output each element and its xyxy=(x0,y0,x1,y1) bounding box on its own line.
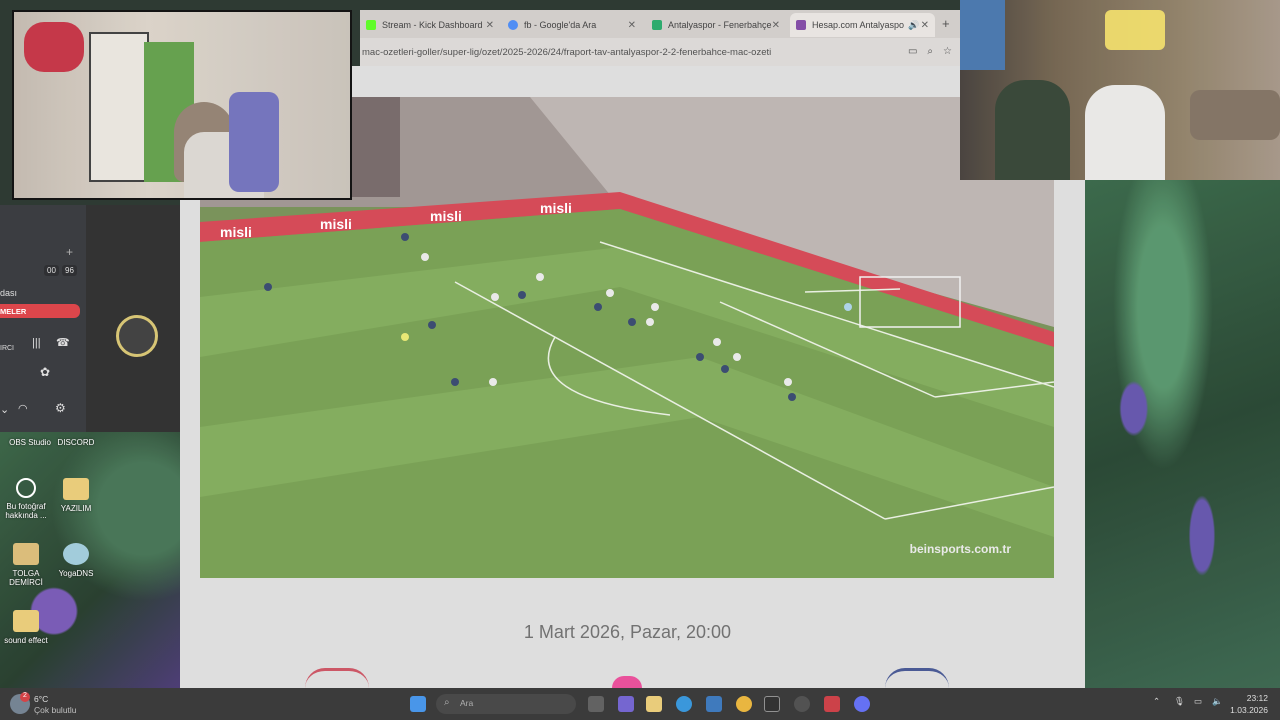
headset-icon[interactable]: ◠ xyxy=(18,402,28,415)
desktop-icon-discord[interactable]: DISCORD xyxy=(46,438,106,447)
counter-b: 96 xyxy=(62,265,77,276)
counter-a: 00 xyxy=(44,265,59,276)
gaming-chair xyxy=(229,92,279,192)
weather-desc: Çok bulutlu xyxy=(34,705,77,715)
google-icon xyxy=(508,20,518,30)
folder-icon xyxy=(13,610,39,632)
folder-icon xyxy=(13,543,39,565)
settings-gear-icon[interactable]: ⚙ xyxy=(55,401,66,415)
fenerbahce-logo xyxy=(885,668,949,688)
obs-icon[interactable] xyxy=(794,696,810,712)
yogadns-icon xyxy=(63,543,89,565)
file-explorer-icon[interactable] xyxy=(646,696,662,712)
obs-logo-icon xyxy=(116,315,158,357)
short-label: IRCI xyxy=(0,345,14,352)
discord-icon[interactable] xyxy=(854,696,870,712)
weather-temp: 6°C xyxy=(34,694,49,704)
match-date: 1 Mart 2026, Pazar, 20:00 xyxy=(523,622,732,642)
tab-strip: Stream - Kick Dashboard ✕ fb - Google'da… xyxy=(360,10,960,38)
bookmark-star-icon[interactable]: ☆ xyxy=(943,46,952,57)
search-box[interactable]: ⌕ Ara xyxy=(436,694,576,714)
red-status-button[interactable]: MELER xyxy=(0,304,80,318)
url-text: mac-ozetleri-goller/super-lig/ozet/2025-… xyxy=(362,46,772,58)
wall-poster xyxy=(960,0,1005,70)
activity-icon[interactable]: ✿ xyxy=(40,365,50,379)
banner-text: misli xyxy=(220,224,252,240)
site-icon xyxy=(652,20,662,30)
tab-kick[interactable]: Stream - Kick Dashboard ✕ xyxy=(360,13,500,37)
folder-icon xyxy=(63,478,89,500)
close-icon[interactable]: ✕ xyxy=(772,20,780,31)
video-watermark: beinsports.com.tr xyxy=(910,542,1012,556)
widgets-icon[interactable] xyxy=(618,696,634,712)
desktop-icon-sound-effect[interactable]: sound effect xyxy=(0,610,56,645)
red-chair xyxy=(24,22,84,72)
antalyaspor-logo xyxy=(305,668,369,688)
add-icon[interactable]: + xyxy=(66,245,73,259)
search-placeholder: Ara xyxy=(460,698,474,708)
task-view-icon[interactable] xyxy=(588,696,604,712)
edge-icon[interactable] xyxy=(676,696,692,712)
hesap-icon xyxy=(796,20,806,30)
tab-antalyaspor[interactable]: Antalyaspor - Fenerbahçe ✕ xyxy=(646,13,786,37)
address-bar[interactable]: mac-ozetleri-goller/super-lig/ozet/2025-… xyxy=(360,40,960,64)
svg-text:misli: misli xyxy=(320,216,352,232)
tab-hesap[interactable]: Hesap.com Antalyaspo 🔊 ✕ xyxy=(790,13,935,37)
taskbar: 2 6°C Çok bulutlu ⌕ Ara ⌃ 🎙 ▭ 🔈 23:12 1.… xyxy=(0,688,1280,720)
desktop-wallpaper-right xyxy=(1085,180,1280,688)
vs-badge xyxy=(612,676,642,688)
info-icon xyxy=(16,478,36,498)
disconnect-icon[interactable]: ☎ xyxy=(56,336,70,349)
store-icon[interactable] xyxy=(706,696,722,712)
desktop-icon-yazilim[interactable]: YAZILIM xyxy=(46,478,106,513)
new-tab-button[interactable]: + xyxy=(942,16,950,31)
zoom-icon[interactable]: ⌕ xyxy=(927,46,933,57)
cast-icon[interactable]: ▭ xyxy=(908,46,917,57)
speaker-icon[interactable]: 🔊 xyxy=(908,20,919,31)
soundboard-icon[interactable]: ||| xyxy=(32,337,41,349)
mixer-icon[interactable] xyxy=(824,696,840,712)
volume-icon[interactable]: 🔈 xyxy=(1212,696,1223,707)
webcam-guests xyxy=(960,0,1280,180)
chevron-down-icon[interactable]: ⌄ xyxy=(0,403,9,416)
browser-window: Stream - Kick Dashboard ✕ fb - Google'da… xyxy=(360,10,960,66)
desktop-icon-yogadns[interactable]: YogaDNS xyxy=(46,543,106,578)
weather-badge: 2 xyxy=(20,692,30,702)
close-icon[interactable]: ✕ xyxy=(628,20,636,31)
wall-frame xyxy=(89,32,149,182)
network-icon[interactable]: ▭ xyxy=(1194,696,1202,707)
start-icon[interactable] xyxy=(410,696,426,712)
tab-google[interactable]: fb - Google'da Ara ✕ xyxy=(502,13,642,37)
kick-icon xyxy=(366,20,376,30)
svg-text:misli: misli xyxy=(430,208,462,224)
person-guest-1 xyxy=(995,80,1070,180)
mic-icon[interactable]: 🎙 xyxy=(1174,696,1185,707)
clock-time[interactable]: 23:12 xyxy=(1232,693,1268,703)
clock-date[interactable]: 1.03.2026 xyxy=(1222,705,1268,715)
tray-chevron-icon[interactable]: ⌃ xyxy=(1153,696,1160,707)
search-icon: ⌕ xyxy=(444,697,450,708)
discord-panel: + 00 96 dası MELER IRCI ||| ☎ ✿ ⌄ ◠ ⚙ xyxy=(0,205,180,432)
sofa xyxy=(1190,90,1280,140)
close-icon[interactable]: ✕ xyxy=(921,20,929,31)
person-guest-2 xyxy=(1085,85,1165,180)
app-icon[interactable] xyxy=(764,696,780,712)
webcam-streamer xyxy=(12,10,352,200)
close-icon[interactable]: ✕ xyxy=(486,20,494,31)
discord-side-panel xyxy=(86,205,180,432)
chrome-icon[interactable] xyxy=(736,696,752,712)
room-label: dası xyxy=(0,288,18,298)
neon-sign xyxy=(1105,10,1165,50)
